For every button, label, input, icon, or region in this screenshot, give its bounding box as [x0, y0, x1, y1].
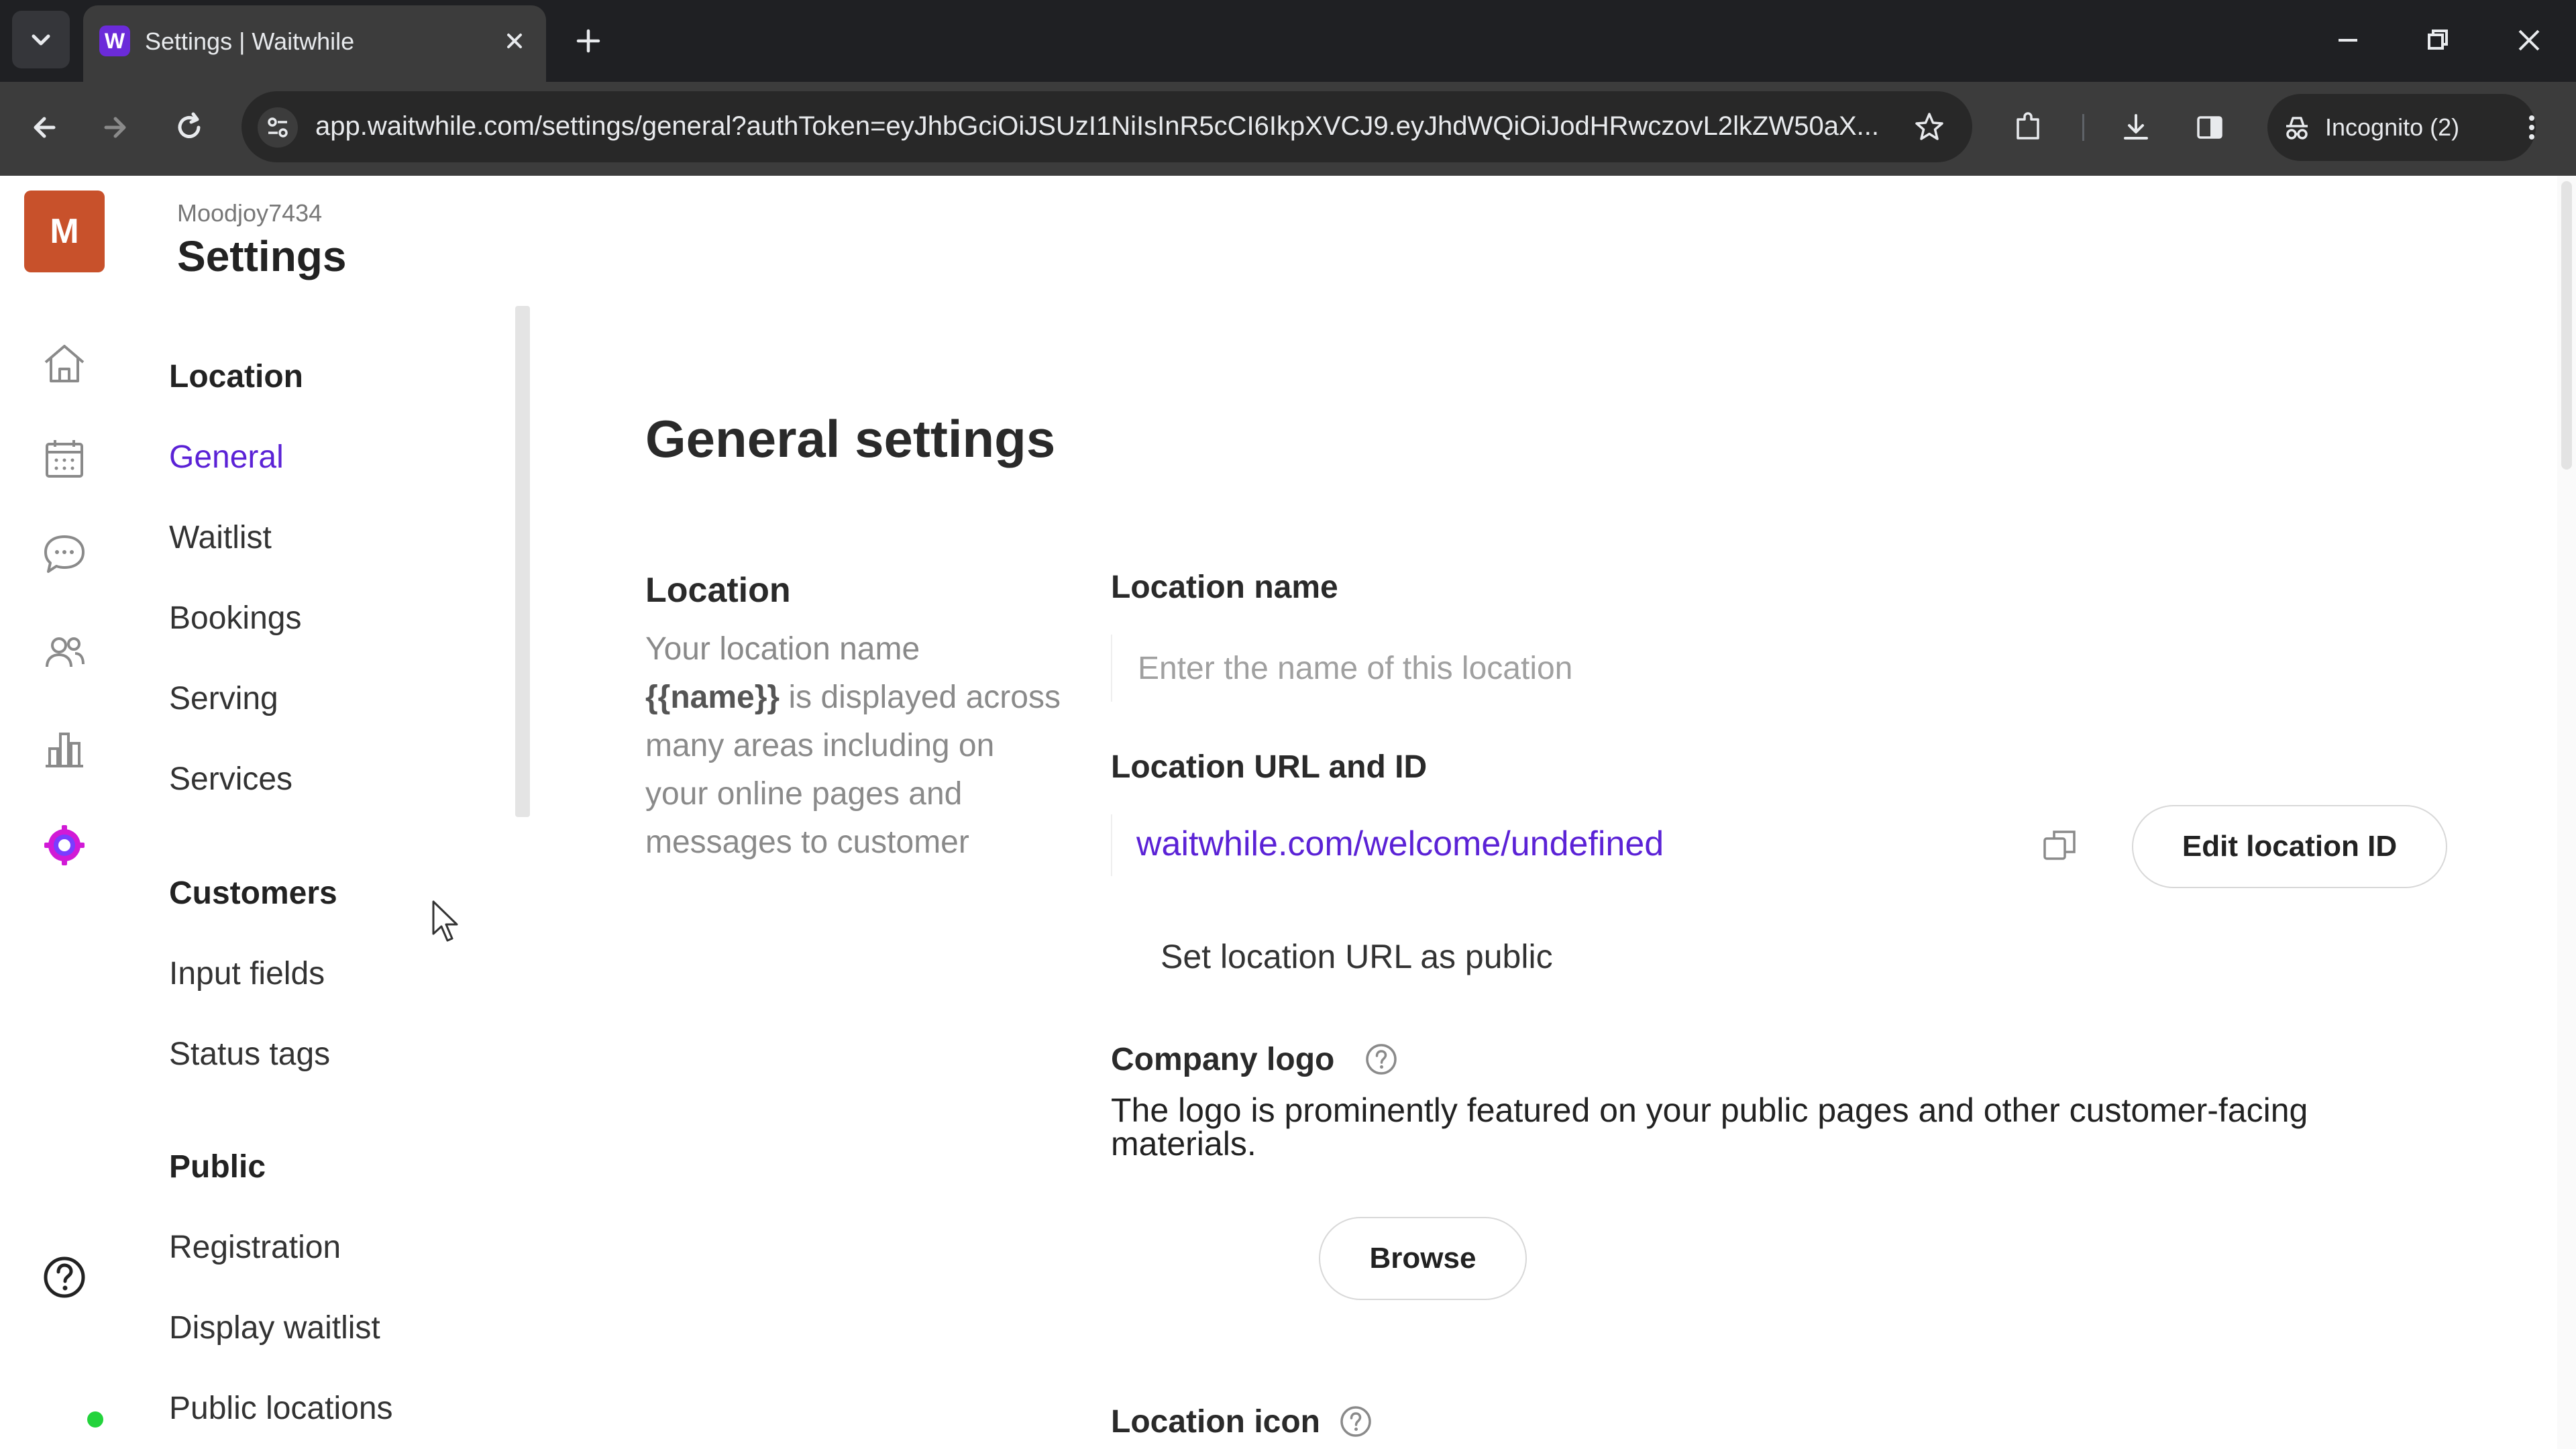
- help-icon[interactable]: [38, 1250, 91, 1304]
- close-icon: [2518, 30, 2540, 51]
- extensions-button[interactable]: [2008, 107, 2049, 148]
- incognito-label: Incognito (2): [2325, 113, 2460, 141]
- section-title-location: Location: [645, 571, 791, 610]
- location-url-link[interactable]: waitwhile.com/welcome/undefined: [1136, 822, 1664, 865]
- site-info-button[interactable]: [258, 107, 298, 148]
- location-icon-help-button[interactable]: [1339, 1405, 1373, 1438]
- tab-title: Settings | Waitwhile: [145, 28, 355, 55]
- org-name: Moodjoy7434: [177, 199, 323, 227]
- mouse-cursor-icon: [431, 899, 464, 946]
- copy-url-button[interactable]: [2038, 824, 2081, 867]
- tab-search-button[interactable]: [12, 11, 70, 68]
- puzzle-icon: [2017, 112, 2039, 140]
- nav-item-services[interactable]: Services: [169, 759, 292, 800]
- location-icon-label: Location icon: [1111, 1404, 1320, 1440]
- page-scrollbar-thumb[interactable]: [2561, 181, 2572, 470]
- chat-icon[interactable]: [38, 527, 91, 581]
- reload-icon: [178, 112, 201, 138]
- analytics-icon[interactable]: [38, 722, 91, 775]
- section-description: Your location name {{name}} is displayed…: [645, 625, 1061, 867]
- company-logo-help-button[interactable]: [1364, 1042, 1398, 1076]
- side-panel-button[interactable]: [2190, 107, 2230, 148]
- new-tab-button[interactable]: [570, 23, 606, 59]
- url-field-border: [1111, 814, 1112, 876]
- nav-item-bookings[interactable]: Bookings: [169, 598, 301, 639]
- calendar-icon[interactable]: [38, 432, 91, 486]
- minimize-button[interactable]: [2328, 20, 2368, 60]
- nav-heading-location: Location: [169, 359, 303, 394]
- forward-button[interactable]: [95, 107, 136, 148]
- browse-button[interactable]: Browse: [1319, 1217, 1527, 1300]
- waitwhile-favicon: W: [99, 25, 130, 56]
- section-desc-text: Your location name: [645, 631, 920, 667]
- more-vertical-icon: [2529, 115, 2534, 140]
- location-name-label: Location name: [1111, 570, 1338, 605]
- restore-button[interactable]: [2418, 20, 2458, 60]
- location-name-input[interactable]: [1111, 635, 1748, 702]
- chevron-down-icon: [32, 34, 50, 46]
- account-avatar[interactable]: M: [24, 191, 105, 272]
- location-url-label: Location URL and ID: [1111, 749, 1428, 785]
- main-title: General settings: [645, 409, 1056, 468]
- side-panel-icon: [2197, 116, 2222, 139]
- edit-location-id-button[interactable]: Edit location ID: [2132, 805, 2447, 888]
- settings-gear-icon[interactable]: [38, 818, 91, 872]
- plus-icon: [576, 29, 600, 53]
- back-button[interactable]: [24, 107, 64, 148]
- section-desc-variable: {{name}}: [645, 680, 780, 715]
- company-logo-description: The logo is prominently featured on your…: [1111, 1091, 2308, 1163]
- nav-item-registration[interactable]: Registration: [169, 1228, 341, 1268]
- star-icon: [1915, 113, 1943, 140]
- page-title: Settings: [177, 232, 347, 280]
- online-status-dot: [87, 1411, 103, 1428]
- nav-item-display-waitlist[interactable]: Display waitlist: [169, 1308, 380, 1348]
- users-icon[interactable]: [38, 625, 91, 679]
- public-url-label: Set location URL as public: [1161, 938, 1553, 975]
- question-circle-icon: [1366, 1044, 1397, 1075]
- copy-icon: [2043, 830, 2076, 860]
- arrow-left-icon: [34, 117, 56, 138]
- nav-heading-customers: Customers: [169, 875, 337, 911]
- nav-heading-public: Public: [169, 1149, 266, 1185]
- downloads-button[interactable]: [2116, 107, 2156, 148]
- nav-item-public-locations[interactable]: Public locations: [169, 1389, 393, 1429]
- home-icon[interactable]: [38, 337, 91, 390]
- minimize-icon: [2339, 39, 2357, 42]
- nav-item-status-tags[interactable]: Status tags: [169, 1034, 330, 1075]
- download-icon: [2124, 114, 2148, 140]
- toolbar-divider: [2082, 114, 2084, 141]
- nav-scrollbar[interactable]: [515, 306, 530, 817]
- restore-icon: [2428, 30, 2448, 50]
- public-url-toggle[interactable]: [1111, 932, 1148, 979]
- bookmark-button[interactable]: [1909, 107, 1949, 148]
- close-icon: [507, 34, 522, 48]
- close-window-button[interactable]: [2509, 20, 2549, 60]
- url-text[interactable]: app.waitwhile.com/settings/general?authT…: [315, 107, 1898, 145]
- nav-item-serving[interactable]: Serving: [169, 679, 278, 719]
- nav-item-input-fields[interactable]: Input fields: [169, 954, 325, 994]
- arrow-right-icon: [104, 117, 126, 138]
- reload-button[interactable]: [169, 107, 209, 148]
- browser-menu-button[interactable]: [2512, 107, 2552, 148]
- incognito-icon: [2277, 107, 2317, 148]
- company-logo-label: Company logo: [1111, 1042, 1335, 1077]
- question-circle-icon: [1340, 1406, 1371, 1437]
- nav-item-general[interactable]: General: [169, 437, 284, 478]
- tab-close-button[interactable]: [499, 25, 530, 56]
- nav-item-waitlist[interactable]: Waitlist: [169, 518, 272, 558]
- site-settings-icon: [268, 117, 288, 138]
